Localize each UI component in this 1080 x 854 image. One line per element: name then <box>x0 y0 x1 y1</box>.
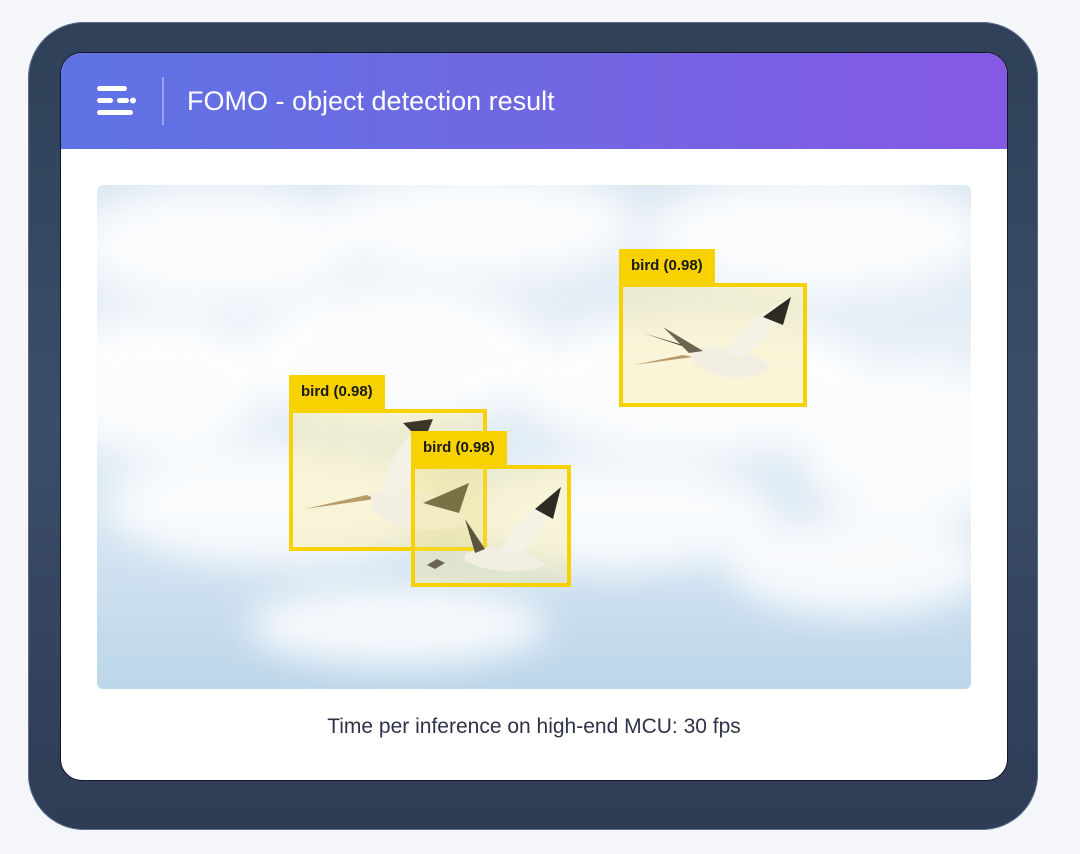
inference-caption: Time per inference on high-end MCU: 30 f… <box>327 715 741 738</box>
header-bar: FOMO - object detection result <box>61 53 1007 149</box>
result-card: FOMO - object detection result bird (0.9… <box>60 52 1008 781</box>
detection-box[interactable] <box>619 283 807 407</box>
detection-box[interactable] <box>411 465 571 587</box>
pelican-image <box>427 487 561 572</box>
detection-label: bird (0.98) <box>289 375 385 409</box>
detection-label: bird (0.98) <box>411 431 507 465</box>
detection-image: bird (0.98) bird (0.98) bird (0.98) <box>97 185 971 689</box>
menu-lines-icon[interactable] <box>95 83 139 119</box>
detection-label: bird (0.98) <box>619 249 715 283</box>
sky-clouds <box>97 185 971 665</box>
pelican-image <box>633 297 791 378</box>
header-divider <box>162 77 164 125</box>
page-title: FOMO - object detection result <box>187 86 555 116</box>
